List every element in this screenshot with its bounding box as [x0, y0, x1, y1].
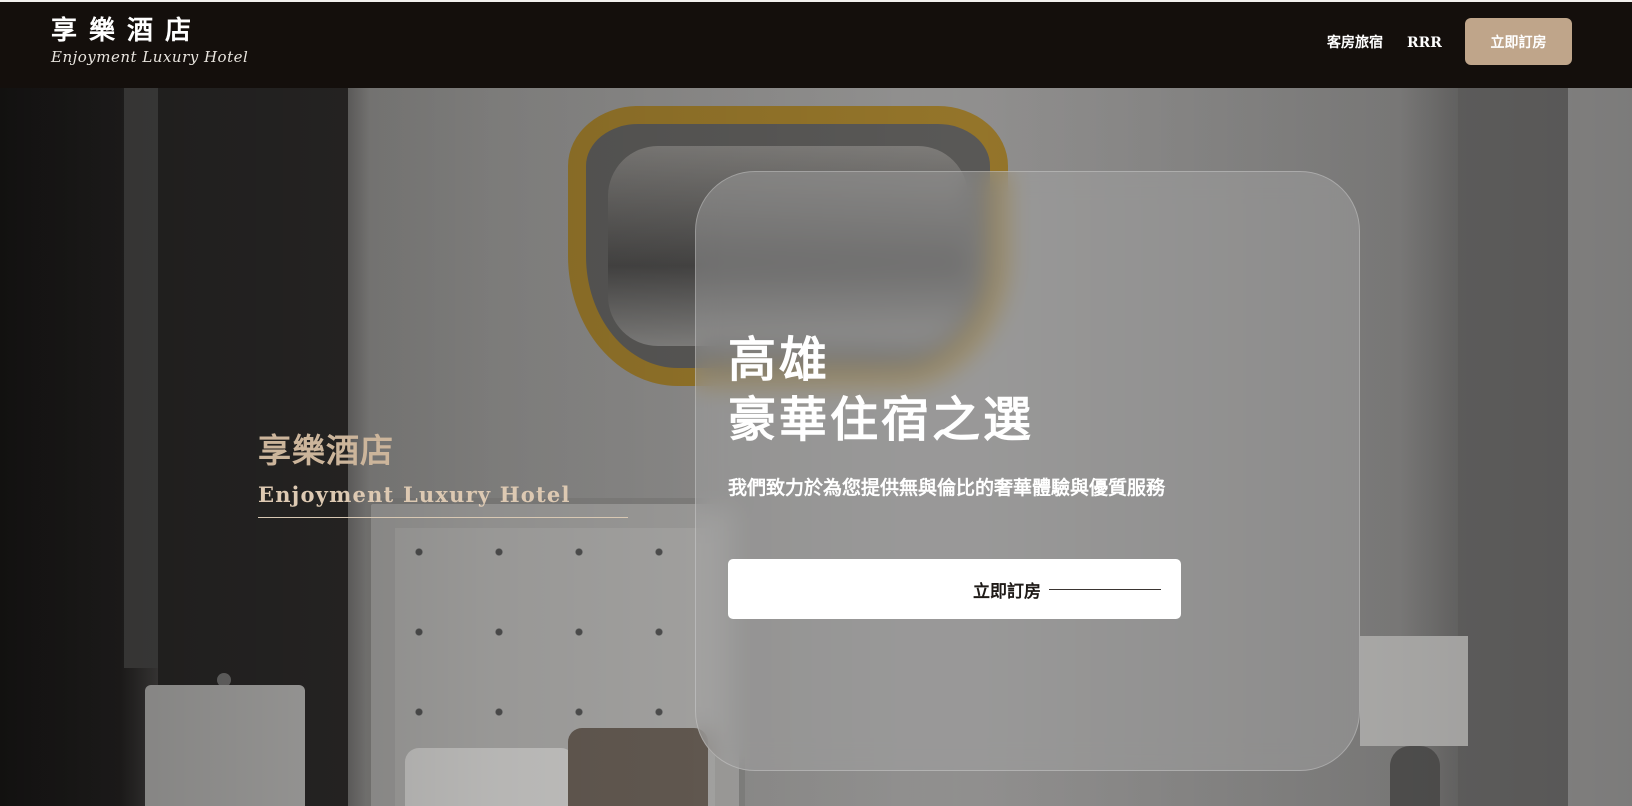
- hero-section: 享樂酒店 Enjoyment Luxury Hotel 高雄 豪華住宿之選 我們…: [0, 88, 1632, 806]
- hero-title-line1: 高雄: [728, 332, 831, 388]
- hero-book-now-button[interactable]: 立即訂房: [728, 559, 1181, 619]
- nav-link-rrr[interactable]: RRR: [1407, 32, 1442, 54]
- hero-glass-card: [695, 171, 1360, 771]
- nav-link-rooms[interactable]: 客房旅宿: [1327, 32, 1383, 54]
- hero-subtitle: 我們致力於為您提供無與倫比的奢華體驗與優質服務: [728, 477, 1166, 499]
- arrow-line-icon: [1049, 588, 1161, 590]
- brand-name-cn: 享樂酒店: [51, 16, 204, 46]
- hero-title: 高雄 豪華住宿之選: [728, 330, 1034, 450]
- hero-brand-name-cn: 享樂酒店: [258, 431, 394, 470]
- hero-book-now-label: 立即訂房: [973, 581, 1041, 602]
- brand-name-en: Enjoyment Luxury Hotel: [51, 48, 249, 66]
- hero-brand-name-en: Enjoyment Luxury Hotel: [258, 482, 571, 507]
- book-now-button[interactable]: 立即訂房: [1465, 18, 1572, 65]
- page: 享樂酒店 Enjoyment Luxury Hotel 客房旅宿 RRR 立即訂…: [0, 0, 1632, 806]
- hero-title-line2: 豪華住宿之選: [728, 392, 1035, 448]
- brand-logo[interactable]: 享樂酒店 Enjoyment Luxury Hotel: [51, 16, 248, 67]
- hero-brand-block: 享樂酒店 Enjoyment Luxury Hotel: [258, 431, 628, 518]
- hero-brand-divider: [258, 517, 628, 518]
- top-navbar: 享樂酒店 Enjoyment Luxury Hotel 客房旅宿 RRR 立即訂…: [0, 2, 1632, 88]
